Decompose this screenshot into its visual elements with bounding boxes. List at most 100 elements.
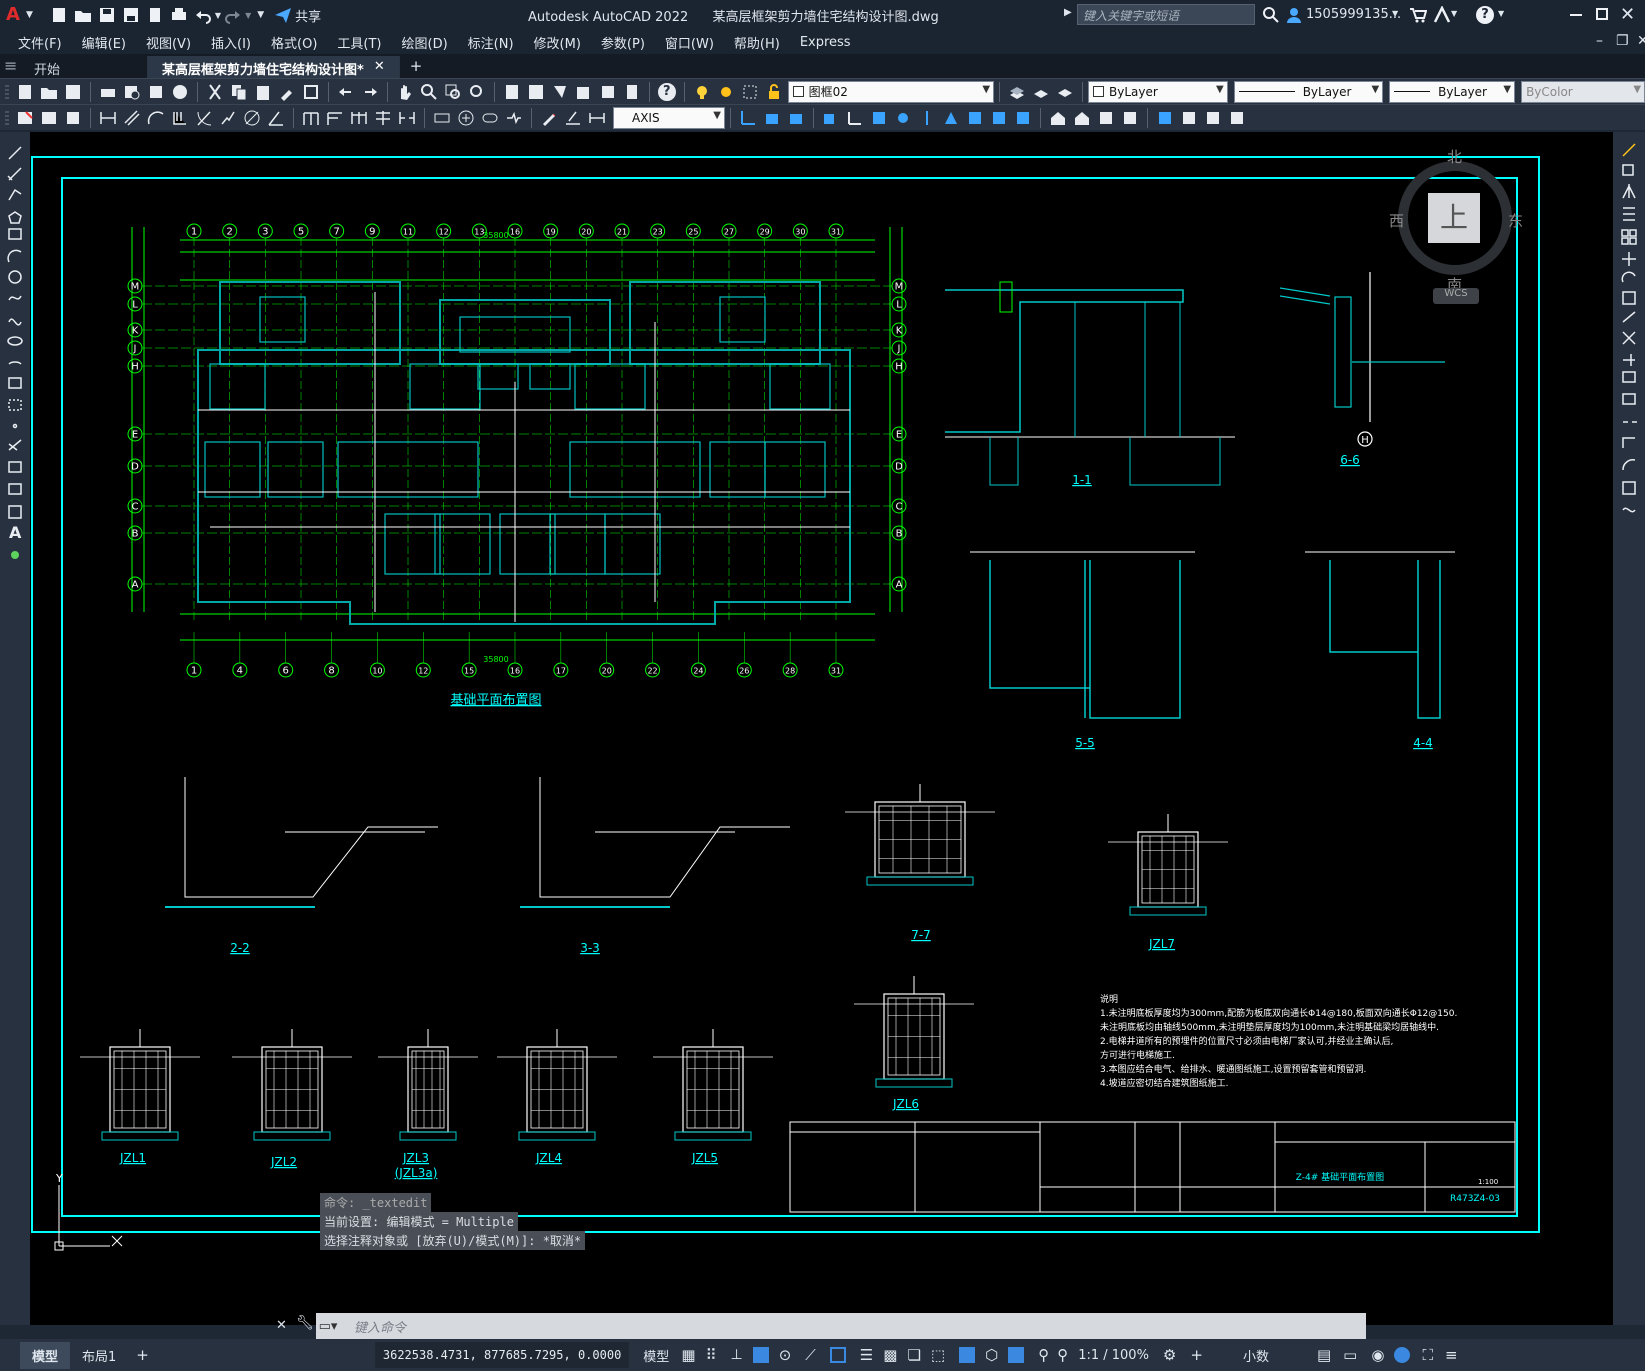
drawing-svg[interactable]: 1 2 3 5 7 9 11 12 13 16 19 20 21 23 25 27 29 30 31 1 4 6 8 10 1… xyxy=(30,132,1613,1325)
infer-icon[interactable]: ⊥ xyxy=(731,1347,743,1363)
tool-palettes-icon[interactable] xyxy=(551,83,569,101)
zoom-previous-icon[interactable] xyxy=(468,83,486,101)
quick-properties-icon[interactable]: ▤ xyxy=(1317,1346,1331,1364)
annotation-monitor-icon[interactable]: + xyxy=(1190,1346,1203,1364)
block-editor-icon[interactable] xyxy=(302,83,320,101)
dynamic-input-icon[interactable] xyxy=(752,1347,769,1363)
command-line[interactable]: ▭▾ 键入命令 xyxy=(316,1313,1366,1339)
tolerance-icon[interactable] xyxy=(433,109,451,127)
command-customize-icon[interactable]: ▭▾ xyxy=(316,1319,340,1334)
ucs-view-icon[interactable] xyxy=(870,109,888,127)
quick-dim-icon[interactable] xyxy=(302,109,320,127)
new-tab-icon[interactable]: + xyxy=(400,54,433,78)
radius-dim-icon[interactable] xyxy=(195,109,213,127)
wrench-icon[interactable]: 🔧︎ xyxy=(296,1315,314,1331)
plot-icon[interactable] xyxy=(170,6,188,24)
ucs-3point-icon[interactable] xyxy=(942,109,960,127)
lock-ui-icon[interactable]: ▭ xyxy=(1343,1346,1357,1364)
menu-dimension[interactable]: 标注(N) xyxy=(468,33,514,52)
jogged-linear-icon[interactable] xyxy=(505,109,523,127)
ucs-previous-icon[interactable] xyxy=(787,109,805,127)
ucs-face-icon[interactable] xyxy=(822,109,840,127)
workspace2-icon[interactable] xyxy=(40,109,58,127)
layer-select[interactable]: 图框02 ▼ xyxy=(787,80,995,103)
linetype-select[interactable]: ByLayer ▼ xyxy=(1233,80,1384,103)
center-mark-icon[interactable] xyxy=(457,109,475,127)
snap-icon[interactable]: ⠿ xyxy=(706,1346,717,1364)
tab-model[interactable]: 模型 xyxy=(20,1341,71,1369)
selection-filter-icon[interactable]: ⬡ xyxy=(985,1346,998,1364)
user-name[interactable]: 1505999135... xyxy=(1306,7,1401,22)
ucs-icon[interactable] xyxy=(739,109,757,127)
menu-draw[interactable]: 绘图(D) xyxy=(402,33,448,52)
make-current-layer-icon[interactable] xyxy=(1008,83,1026,101)
ucs-manager-icon[interactable] xyxy=(1228,109,1246,127)
dynamic-ucs-icon[interactable] xyxy=(959,1347,976,1363)
web-mobile-icon[interactable] xyxy=(146,6,164,24)
selection-cycling-icon[interactable]: ❏ xyxy=(907,1346,920,1364)
ucs-zaxis-icon[interactable] xyxy=(918,109,936,127)
diameter-dim-icon[interactable] xyxy=(243,109,261,127)
tab-menu-icon[interactable]: ≡ xyxy=(0,56,20,78)
continue-dim-icon[interactable] xyxy=(350,109,368,127)
redo-icon[interactable] xyxy=(224,6,242,24)
copy-icon[interactable] xyxy=(230,83,248,101)
wcs-menu[interactable]: WCS xyxy=(1433,288,1479,304)
layer-state-icon[interactable] xyxy=(693,83,711,101)
menu-tools[interactable]: 工具(T) xyxy=(337,33,381,52)
menu-file[interactable]: 文件(F) xyxy=(18,33,62,52)
pan-icon[interactable] xyxy=(396,83,414,101)
view-left-icon[interactable] xyxy=(1097,109,1115,127)
share-icon[interactable] xyxy=(274,6,292,24)
customize-qat-icon[interactable]: ▼ xyxy=(257,10,264,20)
angular-dim-icon[interactable] xyxy=(267,109,285,127)
tab-close-icon[interactable]: ✕ xyxy=(374,59,385,75)
doc-close-icon[interactable]: ✕ xyxy=(1637,33,1645,49)
ucs-object-icon[interactable] xyxy=(846,109,864,127)
color-select[interactable]: ByLayer ▼ xyxy=(1088,80,1228,103)
annotation-visibility-icon[interactable]: ⚲ xyxy=(1038,1346,1049,1364)
quickcalc-icon[interactable] xyxy=(623,83,641,101)
open-file-icon[interactable] xyxy=(74,6,92,24)
lineweight-select[interactable]: ByLayer ▼ xyxy=(1389,80,1516,103)
qopen-icon[interactable] xyxy=(40,83,58,101)
auto-scale-icon[interactable]: ⚲ xyxy=(1057,1346,1068,1364)
save-icon[interactable] xyxy=(98,6,116,24)
toolbar-grip2-icon[interactable] xyxy=(4,109,10,127)
gizmo-icon[interactable] xyxy=(1008,1347,1025,1363)
menu-window[interactable]: 窗口(W) xyxy=(665,33,714,52)
menu-parametric[interactable]: 参数(P) xyxy=(601,33,645,52)
isolate-objects-icon[interactable]: ◉ xyxy=(1371,1346,1384,1364)
a360-dropdown-icon[interactable]: ▼ xyxy=(1451,9,1457,18)
viewcube-north[interactable]: 北 xyxy=(1447,146,1462,167)
ucs-settings-icon[interactable] xyxy=(1204,109,1222,127)
zoom-realtime-icon[interactable] xyxy=(420,83,438,101)
dim-edit-icon[interactable] xyxy=(540,109,558,127)
osnap-icon[interactable] xyxy=(829,1347,846,1363)
sheet-set-icon[interactable] xyxy=(575,83,593,101)
user-dropdown-icon[interactable]: ▼ xyxy=(1392,9,1398,18)
units-label[interactable]: 小数 xyxy=(1243,1346,1269,1365)
command-input[interactable]: 键入命令 xyxy=(354,1317,406,1336)
aligned-dim-icon[interactable] xyxy=(123,109,141,127)
arc-length-icon[interactable] xyxy=(147,109,165,127)
viewcube[interactable]: 北 南 西 东 上 WCS xyxy=(1389,146,1525,316)
coordinates-readout[interactable]: 3622538.4731, 877685.7295, 0.0000 xyxy=(374,1342,630,1368)
search-expand-icon[interactable]: ▶ xyxy=(1064,7,1072,18)
user-icon[interactable] xyxy=(1285,6,1303,24)
annotation-scale[interactable]: 1:1 / 100% xyxy=(1078,1348,1149,1363)
clean-screen-icon[interactable]: ⛶ xyxy=(1422,1346,1433,1364)
menu-insert[interactable]: 插入(I) xyxy=(211,33,251,52)
undo-tb-icon[interactable] xyxy=(337,83,355,101)
zoom-window-icon[interactable] xyxy=(444,83,462,101)
3d-osnap-icon[interactable]: ⬚ xyxy=(931,1346,945,1364)
maximize-icon[interactable] xyxy=(1596,8,1608,20)
autodesk-a360-icon[interactable] xyxy=(1433,5,1451,24)
undo-icon[interactable] xyxy=(194,6,212,24)
view-bottom-icon[interactable] xyxy=(1073,109,1091,127)
help-tb-icon[interactable]: ? xyxy=(657,82,676,101)
new-file-icon[interactable] xyxy=(50,6,68,24)
3d-dwf-icon[interactable] xyxy=(171,83,189,101)
match-properties-icon[interactable] xyxy=(278,83,296,101)
layer-properties-icon[interactable] xyxy=(1056,83,1074,101)
